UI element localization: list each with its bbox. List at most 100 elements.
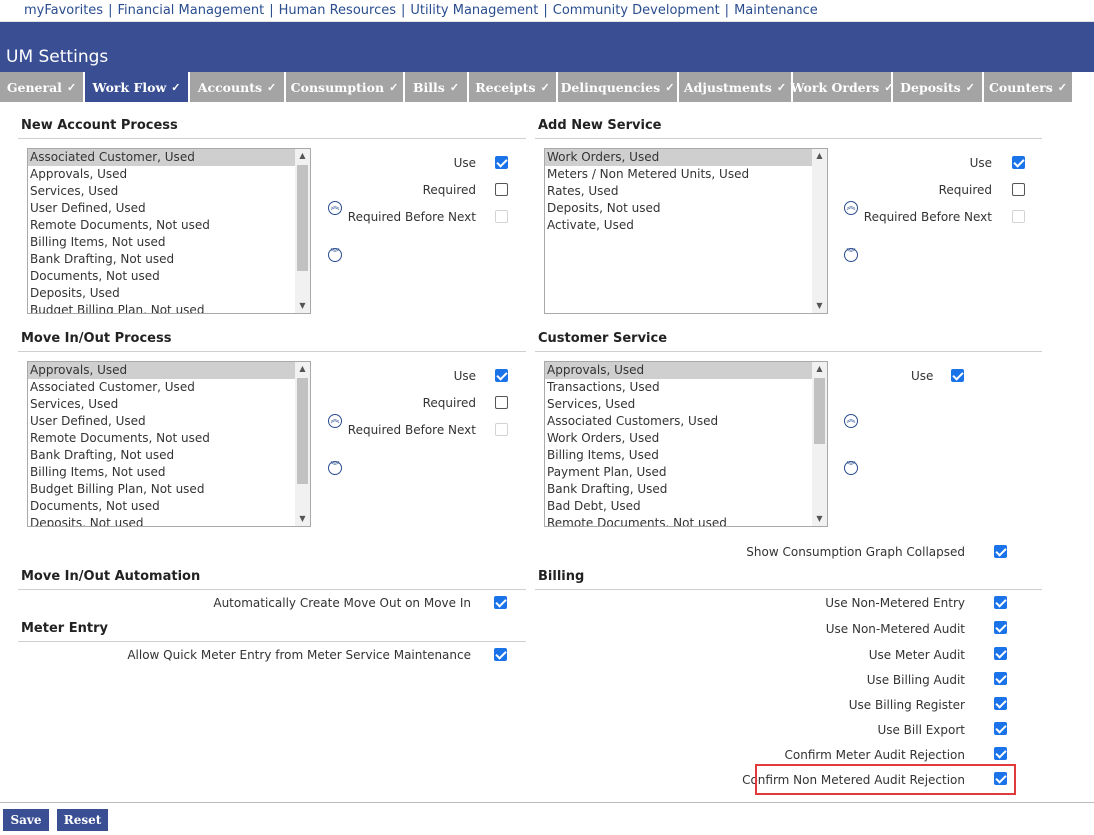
tab-accounts[interactable]: Accounts ✓ bbox=[190, 72, 284, 102]
scroll-down-icon[interactable]: ▼ bbox=[812, 299, 827, 313]
list-item[interactable]: Deposits, Not used bbox=[28, 515, 310, 526]
scroll-thumb[interactable] bbox=[297, 165, 308, 271]
list-item[interactable]: Billing Items, Not used bbox=[28, 464, 310, 481]
move-up-icon[interactable]: ︽ bbox=[844, 414, 858, 428]
list-item[interactable]: Approvals, Used bbox=[28, 362, 310, 379]
list-item[interactable]: Rates, Used bbox=[545, 183, 827, 200]
use-non-metered-entry-checkbox[interactable] bbox=[994, 596, 1007, 609]
list-item[interactable]: Bank Drafting, Not used bbox=[28, 447, 310, 464]
use-checkbox[interactable] bbox=[951, 369, 964, 382]
tab-receipts[interactable]: Receipts ✓ bbox=[469, 72, 556, 102]
list-item[interactable]: Billing Items, Not used bbox=[28, 234, 310, 251]
quick-meter-entry-checkbox[interactable] bbox=[494, 648, 507, 661]
scroll-up-icon[interactable]: ▲ bbox=[295, 149, 310, 163]
list-item[interactable]: Bank Drafting, Used bbox=[545, 481, 827, 498]
list-item[interactable]: Activate, Used bbox=[545, 217, 827, 234]
list-item[interactable]: Remote Documents, Not used bbox=[28, 430, 310, 447]
list-item[interactable]: Budget Billing Plan, Not used bbox=[28, 302, 310, 313]
list-item[interactable]: Documents, Not used bbox=[28, 268, 310, 285]
nav-link-maintenance[interactable]: Maintenance bbox=[730, 3, 822, 18]
scroll-thumb[interactable] bbox=[297, 378, 308, 484]
new-account-process-list[interactable]: Associated Customer, Used Approvals, Use… bbox=[27, 148, 311, 314]
tab-counters[interactable]: Counters ✓ bbox=[984, 72, 1072, 102]
save-button[interactable]: Save bbox=[3, 809, 49, 831]
list-item[interactable]: Meters / Non Metered Units, Used bbox=[545, 166, 827, 183]
move-down-icon[interactable]: ︾ bbox=[844, 248, 858, 262]
tab-adjustments[interactable]: Adjustments ✓ bbox=[679, 72, 791, 102]
nav-link-myfavorites[interactable]: myFavorites bbox=[20, 3, 107, 18]
list-item[interactable]: Associated Customers, Used bbox=[545, 413, 827, 430]
tab-work-flow[interactable]: Work Flow ✓ bbox=[85, 72, 188, 102]
list-item[interactable]: Deposits, Not used bbox=[545, 200, 827, 217]
move-up-icon[interactable]: ︽ bbox=[328, 201, 342, 215]
scroll-down-icon[interactable]: ▼ bbox=[295, 299, 310, 313]
list-item[interactable]: Services, Used bbox=[545, 396, 827, 413]
use-meter-audit-checkbox[interactable] bbox=[994, 647, 1007, 660]
auto-create-move-out-checkbox[interactable] bbox=[494, 596, 507, 609]
list-item[interactable]: Billing Items, Used bbox=[545, 447, 827, 464]
list-scrollbar[interactable]: ▲ ▼ bbox=[812, 362, 827, 526]
move-up-icon[interactable]: ︽ bbox=[844, 201, 858, 215]
tab-consumption[interactable]: Consumption ✓ bbox=[286, 72, 403, 102]
tab-label: General bbox=[6, 79, 62, 95]
move-down-icon[interactable]: ︾ bbox=[328, 461, 342, 475]
reset-button[interactable]: Reset bbox=[57, 809, 108, 831]
list-item[interactable]: Budget Billing Plan, Not used bbox=[28, 481, 310, 498]
list-item[interactable]: Remote Documents, Not used bbox=[28, 217, 310, 234]
scroll-thumb[interactable] bbox=[814, 378, 825, 444]
list-item[interactable]: Services, Used bbox=[28, 183, 310, 200]
add-new-service-list[interactable]: Work Orders, Used Meters / Non Metered U… bbox=[544, 148, 828, 314]
list-item[interactable]: Bank Drafting, Not used bbox=[28, 251, 310, 268]
move-up-icon[interactable]: ︽ bbox=[328, 414, 342, 428]
tab-bills[interactable]: Bills ✓ bbox=[405, 72, 467, 102]
list-item[interactable]: User Defined, Used bbox=[28, 413, 310, 430]
use-checkbox[interactable] bbox=[495, 369, 508, 382]
use-checkbox[interactable] bbox=[1012, 156, 1025, 169]
scroll-down-icon[interactable]: ▼ bbox=[295, 512, 310, 526]
list-scrollbar[interactable]: ▲ ▼ bbox=[295, 149, 310, 313]
list-item[interactable]: User Defined, Used bbox=[28, 200, 310, 217]
list-item[interactable]: Approvals, Used bbox=[28, 166, 310, 183]
use-billing-register-checkbox[interactable] bbox=[994, 697, 1007, 710]
list-item[interactable]: Documents, Not used bbox=[28, 498, 310, 515]
tab-work-orders[interactable]: Work Orders ✓ bbox=[791, 72, 893, 102]
required-before-next-checkbox bbox=[495, 210, 508, 223]
scroll-up-icon[interactable]: ▲ bbox=[812, 362, 827, 376]
scroll-up-icon[interactable]: ▲ bbox=[812, 149, 827, 163]
list-item[interactable]: Remote Documents, Not used bbox=[545, 515, 827, 526]
required-checkbox[interactable] bbox=[495, 396, 508, 409]
list-item[interactable]: Services, Used bbox=[28, 396, 310, 413]
nav-link-financial-management[interactable]: Financial Management bbox=[113, 3, 268, 18]
move-down-icon[interactable]: ︾ bbox=[844, 461, 858, 475]
required-checkbox[interactable] bbox=[495, 183, 508, 196]
customer-service-list[interactable]: Approvals, Used Transactions, Used Servi… bbox=[544, 361, 828, 527]
list-item[interactable]: Payment Plan, Used bbox=[545, 464, 827, 481]
list-item[interactable]: Bad Debt, Used bbox=[545, 498, 827, 515]
list-scrollbar[interactable]: ▲ ▼ bbox=[812, 149, 827, 313]
use-checkbox[interactable] bbox=[495, 156, 508, 169]
list-item[interactable]: Deposits, Used bbox=[28, 285, 310, 302]
list-item[interactable]: Work Orders, Used bbox=[545, 149, 827, 166]
move-down-icon[interactable]: ︾ bbox=[328, 248, 342, 262]
tab-general[interactable]: General ✓ bbox=[0, 72, 83, 102]
nav-link-human-resources[interactable]: Human Resources bbox=[275, 3, 400, 18]
list-item[interactable]: Approvals, Used bbox=[545, 362, 827, 379]
list-scrollbar[interactable]: ▲ ▼ bbox=[295, 362, 310, 526]
nav-link-utility-management[interactable]: Utility Management bbox=[406, 3, 542, 18]
move-in-out-process-list[interactable]: Approvals, Used Associated Customer, Use… bbox=[27, 361, 311, 527]
use-non-metered-audit-checkbox[interactable] bbox=[994, 621, 1007, 634]
list-item[interactable]: Associated Customer, Used bbox=[28, 149, 310, 166]
nav-link-community-development[interactable]: Community Development bbox=[549, 3, 724, 18]
use-billing-audit-checkbox[interactable] bbox=[994, 672, 1007, 685]
confirm-meter-audit-rejection-checkbox[interactable] bbox=[994, 747, 1007, 760]
tab-delinquencies[interactable]: Delinquencies ✓ bbox=[558, 72, 677, 102]
scroll-up-icon[interactable]: ▲ bbox=[295, 362, 310, 376]
list-item[interactable]: Transactions, Used bbox=[545, 379, 827, 396]
scroll-down-icon[interactable]: ▼ bbox=[812, 512, 827, 526]
required-checkbox[interactable] bbox=[1012, 183, 1025, 196]
use-bill-export-checkbox[interactable] bbox=[994, 722, 1007, 735]
tab-deposits[interactable]: Deposits ✓ bbox=[893, 72, 982, 102]
show-consumption-graph-collapsed-checkbox[interactable] bbox=[994, 545, 1007, 558]
list-item[interactable]: Associated Customer, Used bbox=[28, 379, 310, 396]
list-item[interactable]: Work Orders, Used bbox=[545, 430, 827, 447]
